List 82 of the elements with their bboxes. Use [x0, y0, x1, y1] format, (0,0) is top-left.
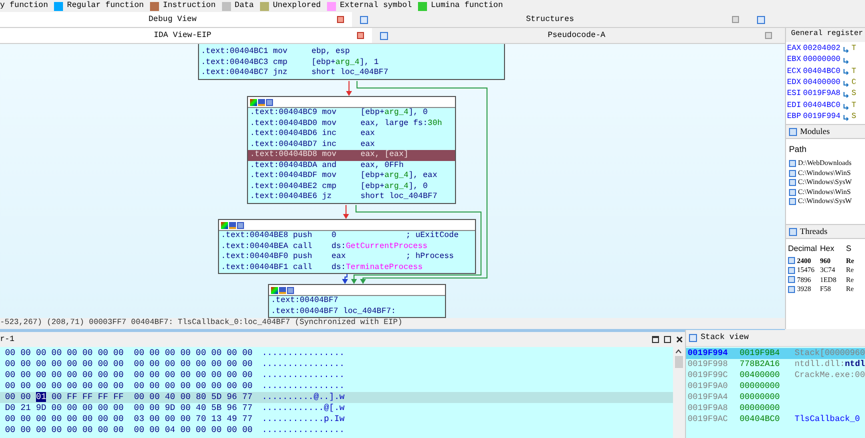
legend-label: Instruction	[162, 0, 216, 12]
jump-arrow-icon[interactable]	[843, 58, 850, 64]
column-header[interactable]: S	[846, 243, 860, 255]
column-header[interactable]: Decimal	[788, 243, 820, 255]
hex-row[interactable]: 00 00 00 00 00 00 00 00 00 00 00 00 00 00 00 00 ................	[0, 348, 673, 359]
threads-icon	[789, 228, 797, 236]
hex-row[interactable]: 00 00 00 00 00 00 00 00 03 00 00 00 70 13 49 77 ............p.Iw	[0, 414, 673, 425]
hex-row[interactable]: 00 00 01 00 FF FF FF FF 00 00 40 00 80 5D 96 77 ..........@..].w	[0, 392, 673, 403]
hex-row[interactable]: D0 21 9D 00 00 00 00 00 00 00 9D 00 40 5B 96 77 ............@[.w	[0, 403, 673, 414]
panel-title: r-1	[0, 334, 14, 346]
code-line[interactable]: .text:00404BF7	[269, 296, 445, 306]
code-line[interactable]: .text:00404BEA call ds:GetCurrentProcess	[219, 242, 475, 252]
jump-arrow-icon[interactable]	[843, 115, 850, 122]
code-block[interactable]	[247, 96, 456, 204]
code-block[interactable]: .text:00404BF7 .text:00404BF7 loc_404BF7:	[268, 284, 446, 318]
column-header[interactable]: Path	[789, 143, 862, 156]
edit-icon[interactable]	[279, 286, 286, 294]
stack-row[interactable]: 0019F9AC 00404BC0 TlsCallback_0	[686, 414, 865, 425]
tab-icon[interactable]	[380, 32, 388, 40]
code-line[interactable]: .text:00404BC7 jnz short loc_404BF7	[199, 68, 504, 78]
legend-label: y function	[0, 0, 48, 12]
scroll-thumb[interactable]	[674, 356, 683, 368]
code-line[interactable]: .text:00404BDF mov [ebp+arg_4], eax	[248, 171, 455, 182]
stack-row[interactable]: 0019F9A4 00000000	[686, 392, 865, 403]
panel-title: Stack view	[700, 332, 749, 344]
grid-icon[interactable]	[237, 222, 244, 228]
color-icon[interactable]	[250, 98, 257, 106]
jump-arrow-icon[interactable]	[843, 46, 850, 53]
code-line[interactable]: .text:00404BD0 mov eax, large fs:30h	[248, 118, 455, 129]
code-line[interactable]: .text:00404BF1 call ds:TerminateProcess	[219, 262, 475, 273]
code-line[interactable]: .text:00404BC3 cmp [ebp+arg_4], 1	[199, 58, 504, 68]
code-line[interactable]: .text:00404BD7 inc eax	[248, 140, 455, 150]
hex-row[interactable]: 00 00 00 00 00 00 00 00 00 00 00 00 00 00 00 00 ................	[0, 370, 673, 381]
jump-arrow-icon[interactable]	[843, 69, 850, 76]
grid-icon[interactable]	[287, 286, 294, 294]
tab[interactable]: IDA View-EIP	[0, 28, 372, 43]
legend-label: Lumina function	[430, 0, 503, 12]
code-block[interactable]: .text:00404BC1 mov ebp, esp .text:00404BC3 cmp [ebp+arg_4], 1 .text:00404BC7 jnz short loc_404BF7	[198, 44, 505, 80]
restore-icon[interactable]	[664, 336, 671, 343]
panel-title: Modules	[800, 125, 830, 138]
scrollbar[interactable]	[672, 347, 685, 438]
hex-row[interactable]: 00 00 00 00 00 00 00 00 00 00 00 00 00 00 00 00 ................	[0, 381, 673, 392]
color-icon[interactable]	[271, 286, 278, 294]
legend-label: Unexplored	[272, 0, 321, 12]
panel-title: Threads	[800, 225, 828, 238]
color-icon[interactable]	[221, 222, 228, 228]
jump-arrow-icon[interactable]	[843, 80, 850, 87]
hex-row[interactable]: 00 00 00 00 00 00 00 00 00 00 00 00 00 00 00 00 ................	[0, 359, 673, 370]
code-block[interactable]: .text:00404BE8 push 0 ; uExitCode .text:00404BEA call ds:GetCurrentProcess .text:00404BF0 push eax ; hProcess .text:00404BF1 call ds:TerminateProcess	[218, 219, 476, 274]
close-icon[interactable]	[676, 336, 683, 343]
scroll-up-icon[interactable]	[675, 349, 682, 354]
stack-icon	[688, 334, 697, 342]
graph-view[interactable]	[0, 44, 785, 318]
grid-icon[interactable]	[266, 98, 273, 106]
code-line[interactable]: .text:00404BE2 cmp [ebp+arg_4], 0	[248, 182, 455, 192]
code-line[interactable]: .text:00404BF0 push eax ; hProcess	[219, 252, 475, 262]
jump-arrow-icon[interactable]	[843, 104, 850, 110]
code-line[interactable]: .text:00404BF7 loc_404BF7:	[269, 306, 445, 317]
code-line[interactable]: .text:00404BC1 mov ebp, esp	[199, 47, 504, 58]
legend-label: External symbol	[340, 0, 412, 12]
tab-icon[interactable]	[757, 16, 765, 24]
stack-row[interactable]: 0019F9A8 00000000	[686, 403, 865, 414]
stack-row[interactable]: 0019F994 0019F9B4 Stack[00000960	[686, 348, 865, 359]
legend-label: Regular function	[67, 0, 144, 12]
tab[interactable]: Debug View	[0, 12, 352, 27]
column-header[interactable]: Hex	[820, 243, 846, 255]
hex-row[interactable]: 00 00 00 00 00 00 00 00 00 00 04 00 00 00 00 00 ................	[0, 425, 673, 436]
modules-icon	[789, 128, 797, 136]
tab-icon[interactable]	[360, 16, 368, 24]
code-line[interactable]: .text:00404BDA and eax, 0FFh	[248, 160, 455, 171]
maximize-icon[interactable]	[652, 336, 659, 343]
jump-arrow-icon[interactable]	[843, 92, 850, 98]
legend-label: Data	[234, 0, 254, 12]
code-line[interactable]: .text:00404BE6 jz short loc_404BF7	[248, 192, 455, 202]
edit-icon[interactable]	[229, 222, 236, 228]
stack-row[interactable]: 0019F998 778B2A16 ntdll.dll:ntdl	[686, 359, 865, 370]
stack-row[interactable]: 0019F9A0 00000000	[686, 381, 865, 392]
code-line[interactable]: .text:00404BE8 push 0 ; uExitCode	[219, 231, 475, 242]
code-line[interactable]: .text:00404BD6 inc eax	[248, 129, 455, 140]
code-line[interactable]: .text:00404BC9 mov [ebp+arg_4], 0	[248, 108, 455, 118]
stack-row[interactable]: 0019F99C 00400000 CrackMe.exe:00	[686, 370, 865, 381]
edit-icon[interactable]	[258, 98, 265, 106]
